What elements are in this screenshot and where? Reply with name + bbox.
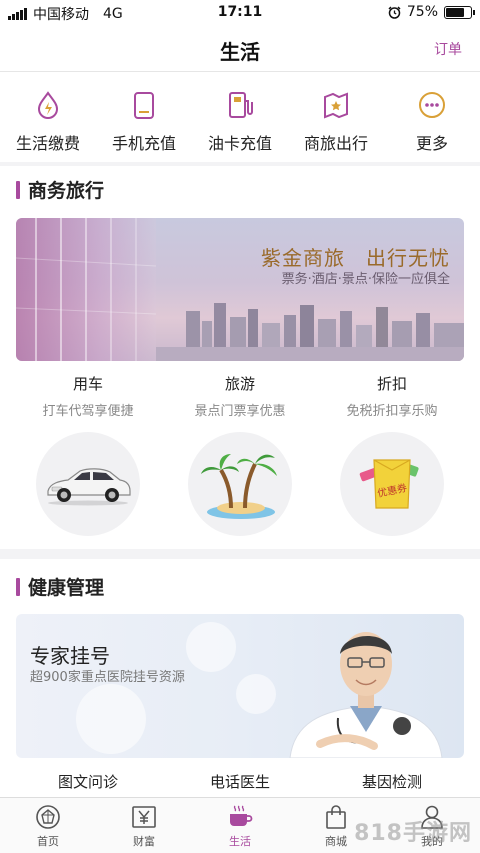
section-divider-2 — [0, 549, 480, 559]
service-tour[interactable]: 旅游 景点门票享优惠 — [164, 373, 316, 419]
bokeh-decoration — [186, 622, 236, 672]
health-services: 图文问诊 电话医生 基因检测 — [0, 771, 480, 792]
quick-label-business-travel: 商旅出行 — [303, 134, 368, 153]
travel-banner-title: 紫金商旅 出行无忧 — [261, 246, 450, 270]
bokeh-decoration — [76, 684, 146, 754]
tab-life[interactable]: 生活 — [192, 798, 288, 853]
doctor-image — [289, 632, 443, 758]
service-car-title: 用车 — [72, 375, 103, 393]
service-discount-title: 折扣 — [376, 375, 407, 393]
quick-label-utility: 生活缴费 — [15, 134, 80, 153]
business-travel-banner[interactable]: 紫金商旅 出行无忧 票务·酒店·景点·保险一应俱全 — [16, 218, 464, 361]
section-accent-bar-2 — [16, 577, 20, 596]
service-discount-desc: 免税折扣享乐购 — [346, 404, 438, 419]
car-icon — [47, 468, 131, 506]
tab-home[interactable]: 首页 — [0, 798, 96, 853]
health-item-phone-doctor[interactable]: 电话医生 — [164, 771, 316, 792]
orders-link[interactable]: 订单 — [434, 39, 462, 59]
travel-services: 用车 打车代驾享便捷 旅游 景点门票享优惠 折扣 免税折扣享乐购 — [0, 373, 480, 419]
quick-item-fuel-card[interactable]: 油卡充值 — [192, 72, 288, 160]
health-header: 健康管理 — [16, 573, 104, 600]
page-title: 生活 — [220, 40, 260, 64]
service-tour-title: 旅游 — [224, 375, 255, 393]
more-dots-icon — [419, 92, 445, 118]
palm-island-icon — [201, 454, 277, 519]
service-car-desc: 打车代驾享便捷 — [42, 404, 134, 419]
watermark-logo: 818手游网 — [354, 821, 472, 846]
shopping-bag-icon — [326, 805, 346, 829]
tab-wealth[interactable]: 财富 — [96, 798, 192, 853]
expert-banner-title: 专家挂号 — [30, 644, 110, 668]
fuel-pump-icon — [229, 92, 253, 118]
quick-item-business-travel[interactable]: 商旅出行 — [288, 72, 384, 160]
map-star-icon — [324, 92, 348, 119]
battery-fill — [446, 7, 464, 17]
battery-percent: 75% — [406, 4, 438, 20]
tour-image-button[interactable] — [188, 432, 292, 536]
quick-item-phone-topup[interactable]: 手机充值 — [96, 72, 192, 160]
alarm-icon — [388, 5, 401, 19]
wealth-yen-icon — [132, 806, 156, 828]
service-discount[interactable]: 折扣 免税折扣享乐购 — [316, 373, 468, 419]
car-image-button[interactable] — [36, 432, 140, 536]
coupon-icon: 优惠券 — [359, 459, 419, 509]
status-right: 75% — [388, 4, 475, 20]
travel-banner-subtitle: 票务·酒店·景点·保险一应俱全 — [281, 272, 450, 287]
business-travel-header: 商务旅行 — [16, 176, 104, 203]
glass-facade-lines — [16, 218, 156, 361]
quick-actions: 生活缴费 手机充值 油卡充值 商旅出行 更多 — [0, 72, 480, 160]
status-bar: 中国移动 4G 17:11 75% — [0, 0, 480, 26]
phone-icon — [134, 92, 154, 119]
service-car[interactable]: 用车 打车代驾享便捷 — [12, 373, 164, 419]
travel-service-images: 优惠券 — [0, 432, 480, 536]
health-item-gene-test[interactable]: 基因检测 — [316, 771, 468, 792]
health-title: 健康管理 — [28, 577, 105, 599]
tab-label-wealth: 财富 — [133, 835, 155, 848]
health-item-consult[interactable]: 图文问诊 — [12, 771, 164, 792]
tab-label-home: 首页 — [37, 835, 59, 848]
coffee-cup-icon — [230, 805, 253, 826]
quick-label-fuel-card: 油卡充值 — [207, 134, 272, 153]
quick-label-more: 更多 — [415, 134, 448, 153]
section-divider — [0, 162, 480, 166]
quick-item-utility[interactable]: 生活缴费 — [0, 72, 96, 160]
discount-image-button[interactable]: 优惠券 — [340, 432, 444, 536]
bokeh-decoration — [236, 674, 276, 714]
business-travel-title: 商务旅行 — [28, 180, 105, 202]
nav-bar: 生活 订单 — [0, 26, 480, 72]
expert-registration-banner[interactable]: 专家挂号 超900家重点医院挂号资源 — [16, 614, 464, 758]
tab-label-life: 生活 — [229, 835, 251, 848]
expert-banner-subtitle: 超900家重点医院挂号资源 — [30, 670, 185, 685]
quick-item-more[interactable]: 更多 — [384, 72, 480, 160]
battery-icon — [444, 5, 475, 19]
service-tour-desc: 景点门票享优惠 — [194, 404, 286, 419]
home-icon — [36, 805, 60, 829]
utility-drop-icon — [37, 91, 59, 119]
section-accent-bar — [16, 180, 20, 199]
quick-label-phone-topup: 手机充值 — [111, 134, 176, 153]
